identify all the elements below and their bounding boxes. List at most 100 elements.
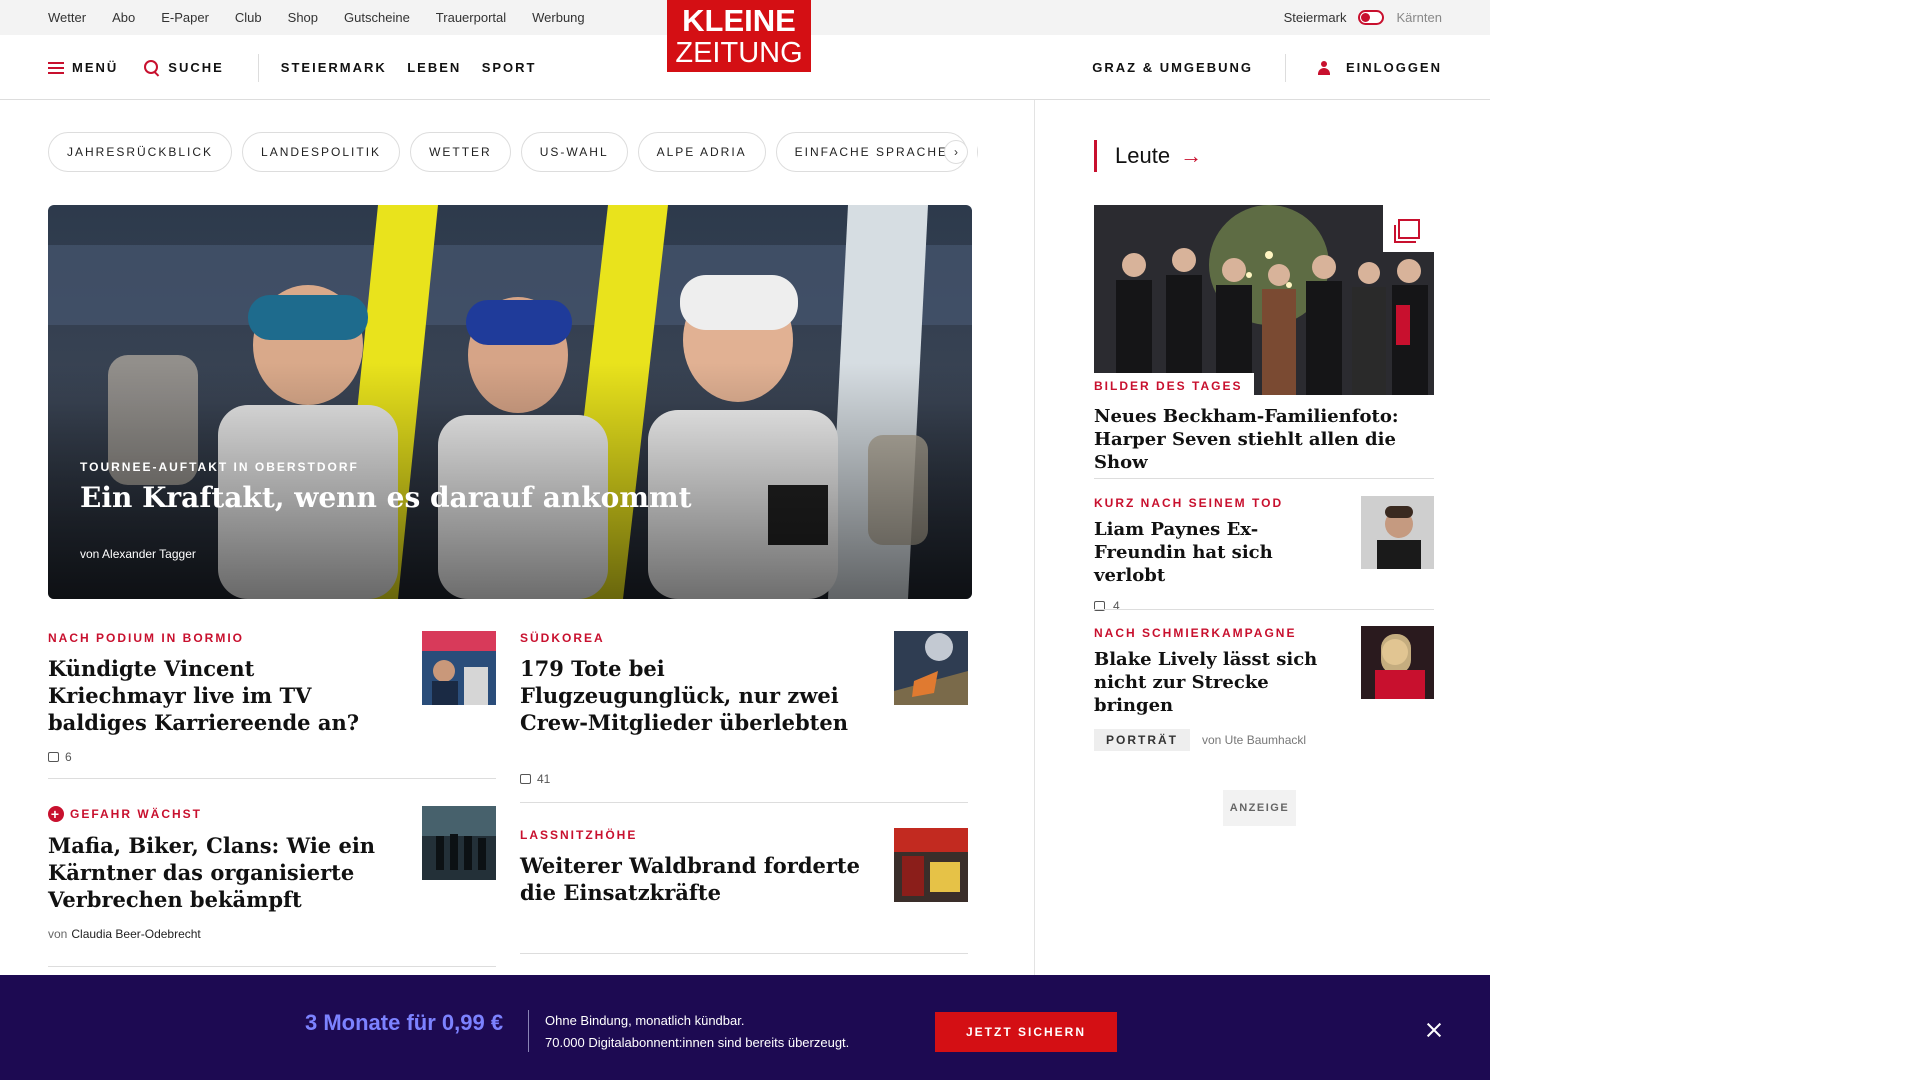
region-kaernten-label[interactable]: Kärnten	[1396, 10, 1442, 25]
lead-label: BILDER DES TAGES	[1094, 373, 1255, 399]
pill-einfache-sprache[interactable]: EINFACHE SPRACHE	[775, 132, 968, 172]
user-icon	[1317, 60, 1330, 75]
nav-steiermark[interactable]: STEIERMARK	[281, 60, 387, 75]
article-thumbnail[interactable]	[894, 828, 968, 902]
search-button[interactable]: SUCHE	[144, 59, 224, 76]
header-divider	[257, 53, 259, 82]
article-teaser[interactable]: LASSNITZHÖHE Weiterer Waldbrand forderte…	[520, 828, 968, 954]
article-teaser[interactable]: SÜDKOREA 179 Tote bei Flugzeugunglück, n…	[520, 631, 968, 803]
site-logo[interactable]: KLEINE ZEITUNG	[667, 0, 811, 72]
login-button[interactable]: EINLOGGEN	[1317, 60, 1442, 75]
article-thumbnail[interactable]	[422, 631, 496, 705]
article-headline[interactable]: Kündigte Vincent Kriechmayr live im TV b…	[48, 655, 398, 736]
region-toggle[interactable]	[1358, 10, 1385, 25]
utility-link-club[interactable]: Club	[235, 10, 262, 25]
comment-icon	[520, 774, 531, 784]
hero-kicker: TOURNEE-AUFTAKT IN OBERSTDORF	[80, 460, 359, 474]
section-title: Leute	[1115, 143, 1171, 168]
pill-alpe-adria[interactable]: ALPE ADRIA	[637, 132, 766, 172]
banner-offer: 3 Monate für 0,99 €	[305, 1010, 504, 1035]
thumbnail-image	[422, 806, 496, 880]
logo-line2: ZEITUNG	[675, 37, 803, 69]
article-divider	[48, 778, 496, 779]
sidebar-headline[interactable]: Blake Lively lässt sich nicht zur Streck…	[1094, 648, 1344, 717]
section-header-leute[interactable]: Leute →	[1094, 140, 1202, 172]
pill-wetter[interactable]: WETTER	[410, 132, 511, 172]
article-headline[interactable]: 179 Tote bei Flugzeugunglück, nur zwei C…	[520, 655, 870, 736]
region-steiermark-label[interactable]: Steiermark	[1284, 10, 1347, 25]
menu-button[interactable]: MENÜ	[48, 60, 118, 75]
logo-line1: KLEINE	[682, 3, 796, 38]
sidebar-comments[interactable]: 4	[1094, 599, 1434, 613]
thumbnail-image	[1361, 626, 1434, 699]
utility-link-shop[interactable]: Shop	[288, 10, 318, 25]
article-headline[interactable]: Weiterer Waldbrand forderte die Einsatzk…	[520, 852, 870, 906]
login-label: EINLOGGEN	[1345, 60, 1442, 75]
article-divider	[520, 953, 968, 954]
utility-link-wetter[interactable]: Wetter	[48, 10, 86, 25]
utility-link-werbung[interactable]: Werbung	[532, 10, 585, 25]
nav-leben[interactable]: LEBEN	[407, 60, 461, 75]
article-thumbnail[interactable]	[422, 806, 496, 880]
sidebar-teaser[interactable]: KURZ NACH SEINEM TOD Liam Paynes Ex-Freu…	[1094, 496, 1434, 613]
sidebar-meta: PORTRÄT von Ute Baumhackl	[1094, 729, 1434, 751]
banner-text-2: 70.000 Digitalabonnent:innen sind bereit…	[545, 1035, 850, 1050]
outside-viewport-area	[1490, 0, 1920, 1080]
sidebar-divider	[1094, 478, 1434, 479]
author-prefix: von	[48, 927, 68, 941]
banner-divider	[528, 1010, 529, 1052]
article-comments[interactable]: 41	[520, 772, 968, 786]
hero-image	[48, 205, 972, 599]
nav-sport[interactable]: SPORT	[482, 60, 537, 75]
lead-headline[interactable]: Neues Beckham-Familienfoto: Harper Seven…	[1094, 405, 1434, 474]
sidebar-thumbnail[interactable]	[1361, 496, 1434, 569]
utility-links: Wetter Abo E-Paper Club Shop Gutscheine …	[48, 0, 611, 35]
header-left: MENÜ SUCHE STEIERMARK LEBEN SPORT	[48, 35, 553, 100]
hamburger-icon	[48, 61, 64, 74]
comment-count: 4	[1113, 599, 1120, 613]
close-icon[interactable]	[1423, 1019, 1445, 1041]
banner-text-1: Ohne Bindung, monatlich kündbar.	[545, 1013, 745, 1028]
search-label: SUCHE	[168, 60, 224, 75]
utility-link-trauerportal[interactable]: Trauerportal	[436, 10, 506, 25]
portrait-badge: PORTRÄT	[1094, 729, 1190, 751]
subscribe-button[interactable]: JETZT SICHERN	[935, 1012, 1117, 1052]
article-teaser[interactable]: NACH PODIUM IN BORMIO Kündigte Vincent K…	[48, 631, 496, 779]
region-switch: Steiermark Kärnten	[1284, 0, 1442, 35]
graz-umgebung-link[interactable]: GRAZ & UMGEBUNG	[1092, 60, 1253, 75]
utility-link-gutscheine[interactable]: Gutscheine	[344, 10, 410, 25]
utility-link-epaper[interactable]: E-Paper	[161, 10, 209, 25]
header-nav: STEIERMARK LEBEN SPORT	[281, 59, 553, 77]
pill-landespolitik[interactable]: LANDESPOLITIK	[242, 132, 401, 172]
article-teaser[interactable]: + GEFAHR WÄCHST Mafia, Biker, Clans: Wie…	[48, 806, 496, 967]
article-headline[interactable]: Mafia, Biker, Clans: Wie ein Kärntner da…	[48, 832, 398, 913]
sidebar-teaser[interactable]: NACH SCHMIERKAMPAGNE Blake Lively lässt …	[1094, 626, 1434, 751]
section-accent-bar	[1094, 140, 1097, 172]
ad-label: ANZEIGE	[1223, 790, 1296, 826]
sidebar-thumbnail[interactable]	[1361, 626, 1434, 699]
author-name[interactable]: Claudia Beer-Odebrecht	[71, 927, 200, 941]
pill-truncated[interactable]: DO	[977, 132, 978, 172]
pill-jahresrueckblick[interactable]: JAHRESRÜCKBLICK	[48, 132, 233, 172]
hero-article[interactable]: TOURNEE-AUFTAKT IN OBERSTDORF Ein Krafta…	[48, 205, 972, 599]
hero-author: von Alexander Tagger	[80, 547, 196, 561]
menu-label: MENÜ	[72, 60, 119, 75]
thumbnail-image	[422, 631, 496, 705]
header-divider-right	[1284, 53, 1286, 82]
hero-title[interactable]: Ein Kraftakt, wenn es darauf ankommt	[80, 481, 692, 514]
article-divider	[48, 966, 496, 967]
article-comments[interactable]: 6	[48, 750, 496, 764]
sidebar-headline[interactable]: Liam Paynes Ex-Freundin hat sich verlobt	[1094, 518, 1344, 587]
pill-us-wahl[interactable]: US-WAHL	[520, 132, 628, 172]
article-thumbnail[interactable]	[894, 631, 968, 705]
comment-icon	[48, 752, 59, 762]
plus-icon: +	[48, 806, 64, 822]
column-separator	[1034, 100, 1035, 980]
subscription-banner: 3 Monate für 0,99 € Ohne Bindung, monatl…	[0, 975, 1490, 1080]
pills-next-button[interactable]: ›	[944, 140, 968, 164]
utility-link-abo[interactable]: Abo	[112, 10, 135, 25]
article-author: von Claudia Beer-Odebrecht	[48, 927, 496, 941]
gallery-icon	[1383, 205, 1434, 252]
comment-count: 41	[537, 772, 551, 786]
sidebar-author[interactable]: von Ute Baumhackl	[1202, 733, 1306, 747]
